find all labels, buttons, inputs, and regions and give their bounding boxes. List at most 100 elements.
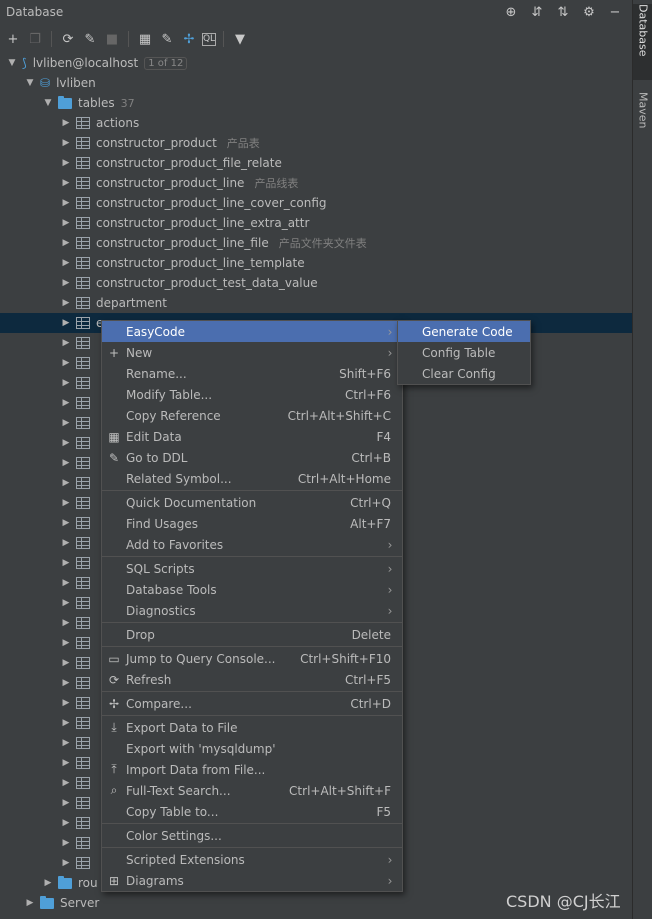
menu-item-edit-data[interactable]: ▦ Edit Data F4 [102, 426, 402, 447]
chevron-right-icon[interactable]: ▶ [60, 698, 72, 708]
menu-item-full-text-search[interactable]: ⌕ Full-Text Search... Ctrl+Alt+Shift+F [102, 780, 402, 801]
chevron-right-icon[interactable]: ▶ [60, 418, 72, 428]
chevron-right-icon[interactable]: ▶ [60, 298, 72, 308]
table-row[interactable]: ▶ actions [0, 113, 632, 133]
minimize-icon[interactable]: − [606, 3, 624, 21]
chevron-right-icon[interactable]: ▶ [60, 438, 72, 448]
menu-item-compare[interactable]: ✢ Compare... Ctrl+D [102, 693, 402, 714]
add-icon[interactable]: + [4, 30, 22, 48]
chevron-right-icon[interactable]: ▶ [60, 678, 72, 688]
gear-icon[interactable]: ⚙ [580, 3, 598, 21]
chevron-right-icon[interactable]: ▶ [60, 138, 72, 148]
tree-node-tables-folder[interactable]: ▼ tables 37 [0, 93, 632, 113]
chevron-right-icon[interactable]: ▶ [60, 278, 72, 288]
menu-item-modify-table[interactable]: Modify Table... Ctrl+F6 [102, 384, 402, 405]
chevron-right-icon[interactable]: ▶ [60, 358, 72, 368]
table-row[interactable]: ▶ constructor_product_line_extra_attr [0, 213, 632, 233]
tree-node-connection[interactable]: ▼ ⟆ lvliben@localhost 1 of 12 [0, 53, 632, 73]
chevron-right-icon[interactable]: ▶ [42, 878, 54, 888]
chevron-right-icon[interactable]: ▶ [60, 318, 72, 328]
table-row[interactable]: ▶ department [0, 293, 632, 313]
menu-item-refresh[interactable]: ⟳ Refresh Ctrl+F5 [102, 669, 402, 690]
chevron-right-icon[interactable]: ▶ [60, 558, 72, 568]
chevron-right-icon[interactable]: ▶ [60, 638, 72, 648]
table-row[interactable]: ▶ constructor_product_test_data_value [0, 273, 632, 293]
submenu-item-config-table[interactable]: Config Table [398, 342, 530, 363]
menu-item-rename[interactable]: Rename... Shift+F6 [102, 363, 402, 384]
chevron-right-icon[interactable]: ▶ [60, 778, 72, 788]
chevron-right-icon[interactable]: ▶ [60, 818, 72, 828]
chevron-right-icon[interactable]: ▶ [60, 158, 72, 168]
chevron-right-icon[interactable]: ▶ [60, 598, 72, 608]
console-icon[interactable]: QL [202, 32, 216, 46]
menu-item-diagrams[interactable]: ⊞ Diagrams › [102, 870, 402, 891]
submenu-item-clear-config[interactable]: Clear Config [398, 363, 530, 384]
menu-item-new[interactable]: + New › [102, 342, 402, 363]
edit-icon[interactable]: ✎ [158, 30, 176, 48]
duplicate-icon[interactable]: ❐ [26, 30, 44, 48]
chevron-right-icon[interactable]: ▶ [60, 338, 72, 348]
menu-item-copy-table-to[interactable]: Copy Table to... F5 [102, 801, 402, 822]
menu-item-import-data-from-file[interactable]: ⤒ Import Data from File... [102, 759, 402, 780]
chevron-right-icon[interactable]: ▶ [60, 538, 72, 548]
chevron-down-icon[interactable]: ▼ [24, 78, 36, 88]
chevron-right-icon[interactable]: ▶ [60, 858, 72, 868]
submenu-item-generate-code[interactable]: Generate Code [398, 321, 530, 342]
menu-item-export-data-to-file[interactable]: ⤓ Export Data to File [102, 717, 402, 738]
chevron-right-icon[interactable]: ▶ [60, 838, 72, 848]
chevron-right-icon[interactable]: ▶ [60, 798, 72, 808]
menu-item-scripted-extensions[interactable]: Scripted Extensions › [102, 849, 402, 870]
menu-item-export-with-mysqldump[interactable]: Export with 'mysqldump' [102, 738, 402, 759]
properties-icon[interactable]: ✎ [81, 30, 99, 48]
tree-node-schema[interactable]: ▼ ⛁ lvliben [0, 73, 632, 93]
chevron-right-icon[interactable]: ▶ [60, 618, 72, 628]
table-icon[interactable]: ▦ [136, 30, 154, 48]
menu-item-add-to-favorites[interactable]: Add to Favorites › [102, 534, 402, 555]
chevron-right-icon[interactable]: ▶ [60, 718, 72, 728]
chevron-right-icon[interactable]: ▶ [60, 378, 72, 388]
compare-icon[interactable]: ✢ [180, 30, 198, 48]
chevron-right-icon[interactable]: ▶ [60, 738, 72, 748]
table-row[interactable]: ▶ constructor_product_line_template [0, 253, 632, 273]
chevron-right-icon[interactable]: ▶ [60, 518, 72, 528]
chevron-right-icon[interactable]: ▶ [60, 178, 72, 188]
chevron-right-icon[interactable]: ▶ [60, 118, 72, 128]
table-row[interactable]: ▶ constructor_product_file_relate [0, 153, 632, 173]
chevron-right-icon[interactable]: ▶ [60, 258, 72, 268]
maven-tab[interactable]: Maven [633, 92, 652, 148]
chevron-right-icon[interactable]: ▶ [60, 458, 72, 468]
table-row[interactable]: ▶ constructor_product_line 产品线表 [0, 173, 632, 193]
chevron-right-icon[interactable]: ▶ [60, 758, 72, 768]
chevron-right-icon[interactable]: ▶ [60, 198, 72, 208]
locate-icon[interactable]: ⊕ [502, 3, 520, 21]
chevron-down-icon[interactable]: ▼ [42, 98, 54, 108]
expand-all-icon[interactable]: ⇵ [528, 3, 546, 21]
menu-item-related-symbol[interactable]: Related Symbol... Ctrl+Alt+Home [102, 468, 402, 489]
refresh-icon[interactable]: ⟳ [59, 30, 77, 48]
chevron-right-icon[interactable]: ▶ [24, 898, 36, 908]
database-tab[interactable]: Database [633, 4, 652, 80]
collapse-all-icon[interactable]: ⇅ [554, 3, 572, 21]
menu-item-easycode[interactable]: EasyCode › [102, 321, 402, 342]
menu-item-find-usages[interactable]: Find Usages Alt+F7 [102, 513, 402, 534]
menu-item-copy-reference[interactable]: Copy Reference Ctrl+Alt+Shift+C [102, 405, 402, 426]
chevron-right-icon[interactable]: ▶ [60, 498, 72, 508]
chevron-right-icon[interactable]: ▶ [60, 238, 72, 248]
menu-item-drop[interactable]: Drop Delete [102, 624, 402, 645]
chevron-right-icon[interactable]: ▶ [60, 478, 72, 488]
menu-item-quick-documentation[interactable]: Quick Documentation Ctrl+Q [102, 492, 402, 513]
chevron-right-icon[interactable]: ▶ [60, 658, 72, 668]
menu-item-jump-to-query-console[interactable]: ▭ Jump to Query Console... Ctrl+Shift+F10 [102, 648, 402, 669]
table-row[interactable]: ▶ constructor_product 产品表 [0, 133, 632, 153]
filter-icon[interactable]: ▼ [231, 30, 249, 48]
chevron-down-icon[interactable]: ▼ [6, 58, 18, 68]
menu-item-diagnostics[interactable]: Diagnostics › [102, 600, 402, 621]
table-row[interactable]: ▶ constructor_product_line_file 产品文件夹文件表 [0, 233, 632, 253]
chevron-right-icon[interactable]: ▶ [60, 218, 72, 228]
chevron-right-icon[interactable]: ▶ [60, 578, 72, 588]
menu-item-database-tools[interactable]: Database Tools › [102, 579, 402, 600]
menu-item-color-settings[interactable]: Color Settings... [102, 825, 402, 846]
menu-item-sql-scripts[interactable]: SQL Scripts › [102, 558, 402, 579]
menu-item-go-to-ddl[interactable]: ✎ Go to DDL Ctrl+B [102, 447, 402, 468]
table-row[interactable]: ▶ constructor_product_line_cover_config [0, 193, 632, 213]
